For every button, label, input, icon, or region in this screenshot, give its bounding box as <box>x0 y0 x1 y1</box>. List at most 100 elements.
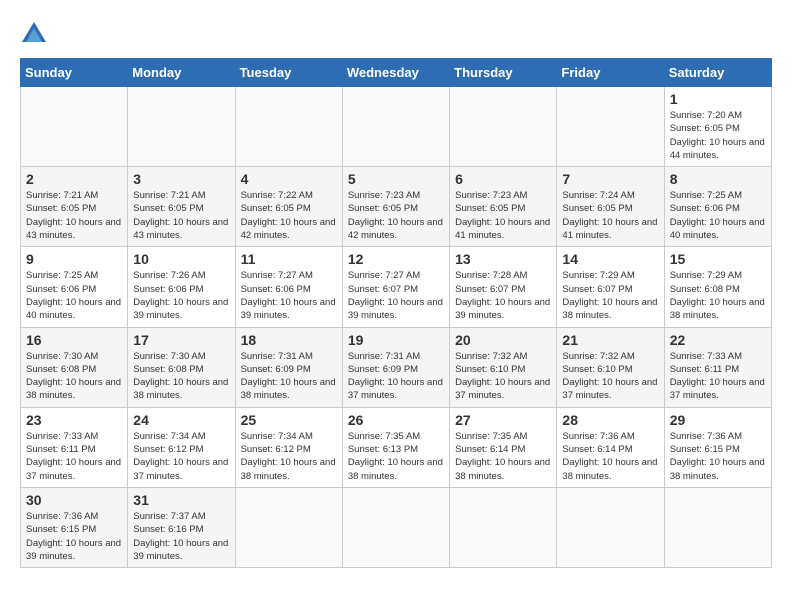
day-cell: 25 Sunrise: 7:34 AMSunset: 6:12 PMDayligh… <box>235 407 342 487</box>
day-number: 16 <box>26 332 122 348</box>
day-number: 1 <box>670 91 766 107</box>
day-number: 25 <box>241 412 337 428</box>
day-info: Sunrise: 7:29 AMSunset: 6:07 PMDaylight:… <box>562 270 657 321</box>
day-number: 6 <box>455 171 551 187</box>
empty-cell <box>557 487 664 567</box>
page-header <box>20 20 772 48</box>
day-cell: 31 Sunrise: 7:37 AMSunset: 6:16 PMDayligh… <box>128 487 235 567</box>
day-number: 23 <box>26 412 122 428</box>
day-cell: 20 Sunrise: 7:32 AMSunset: 6:10 PMDayligh… <box>450 327 557 407</box>
day-cell: 6 Sunrise: 7:23 AMSunset: 6:05 PMDaylight… <box>450 167 557 247</box>
day-cell: 7 Sunrise: 7:24 AMSunset: 6:05 PMDaylight… <box>557 167 664 247</box>
day-number: 11 <box>241 251 337 267</box>
day-cell: 15Sunrise: 7:29 AMSunset: 6:08 PMDayligh… <box>664 247 771 327</box>
day-info: Sunrise: 7:20 AMSunset: 6:05 PMDaylight:… <box>670 110 765 161</box>
day-info: Sunrise: 7:23 AMSunset: 6:05 PMDaylight:… <box>455 190 550 241</box>
day-info: Sunrise: 7:35 AMSunset: 6:13 PMDaylight:… <box>348 431 443 482</box>
day-info: Sunrise: 7:36 AMSunset: 6:15 PMDaylight:… <box>26 511 121 562</box>
day-number: 5 <box>348 171 444 187</box>
day-info: Sunrise: 7:25 AMSunset: 6:06 PMDaylight:… <box>670 190 765 241</box>
empty-cell <box>21 87 128 167</box>
day-number: 31 <box>133 492 229 508</box>
day-number: 10 <box>133 251 229 267</box>
day-info: Sunrise: 7:30 AMSunset: 6:08 PMDaylight:… <box>26 351 121 402</box>
day-cell: 19Sunrise: 7:31 AMSunset: 6:09 PMDayligh… <box>342 327 449 407</box>
day-cell: 18 Sunrise: 7:31 AMSunset: 6:09 PMDayligh… <box>235 327 342 407</box>
day-info: Sunrise: 7:22 AMSunset: 6:05 PMDaylight:… <box>241 190 336 241</box>
week-row: 9 Sunrise: 7:25 AMSunset: 6:06 PMDaylight… <box>21 247 772 327</box>
day-info: Sunrise: 7:37 AMSunset: 6:16 PMDaylight:… <box>133 511 228 562</box>
day-cell: 17Sunrise: 7:30 AMSunset: 6:08 PMDayligh… <box>128 327 235 407</box>
day-cell: 10Sunrise: 7:26 AMSunset: 6:06 PMDayligh… <box>128 247 235 327</box>
day-cell: 28Sunrise: 7:36 AMSunset: 6:14 PMDayligh… <box>557 407 664 487</box>
header-row: SundayMondayTuesdayWednesdayThursdayFrid… <box>21 59 772 87</box>
day-info: Sunrise: 7:24 AMSunset: 6:05 PMDaylight:… <box>562 190 657 241</box>
day-number: 8 <box>670 171 766 187</box>
day-number: 27 <box>455 412 551 428</box>
day-number: 29 <box>670 412 766 428</box>
day-info: Sunrise: 7:27 AMSunset: 6:06 PMDaylight:… <box>241 270 336 321</box>
day-cell: 12Sunrise: 7:27 AMSunset: 6:07 PMDayligh… <box>342 247 449 327</box>
day-info: Sunrise: 7:28 AMSunset: 6:07 PMDaylight:… <box>455 270 550 321</box>
day-info: Sunrise: 7:34 AMSunset: 6:12 PMDaylight:… <box>241 431 336 482</box>
header-wednesday: Wednesday <box>342 59 449 87</box>
day-info: Sunrise: 7:29 AMSunset: 6:08 PMDaylight:… <box>670 270 765 321</box>
week-row: 30 Sunrise: 7:36 AMSunset: 6:15 PMDayligh… <box>21 487 772 567</box>
week-row: 1 Sunrise: 7:20 AMSunset: 6:05 PMDaylight… <box>21 87 772 167</box>
week-row: 2 Sunrise: 7:21 AMSunset: 6:05 PMDaylight… <box>21 167 772 247</box>
empty-cell <box>342 487 449 567</box>
day-number: 30 <box>26 492 122 508</box>
day-info: Sunrise: 7:31 AMSunset: 6:09 PMDaylight:… <box>241 351 336 402</box>
day-info: Sunrise: 7:30 AMSunset: 6:08 PMDaylight:… <box>133 351 228 402</box>
day-number: 12 <box>348 251 444 267</box>
day-cell: 29 Sunrise: 7:36 AMSunset: 6:15 PMDayligh… <box>664 407 771 487</box>
day-info: Sunrise: 7:32 AMSunset: 6:10 PMDaylight:… <box>455 351 550 402</box>
day-cell: 21Sunrise: 7:32 AMSunset: 6:10 PMDayligh… <box>557 327 664 407</box>
day-number: 4 <box>241 171 337 187</box>
day-info: Sunrise: 7:23 AMSunset: 6:05 PMDaylight:… <box>348 190 443 241</box>
day-info: Sunrise: 7:31 AMSunset: 6:09 PMDaylight:… <box>348 351 443 402</box>
day-number: 14 <box>562 251 658 267</box>
day-info: Sunrise: 7:21 AMSunset: 6:05 PMDaylight:… <box>133 190 228 241</box>
day-number: 9 <box>26 251 122 267</box>
day-number: 13 <box>455 251 551 267</box>
day-number: 2 <box>26 171 122 187</box>
day-info: Sunrise: 7:36 AMSunset: 6:15 PMDaylight:… <box>670 431 765 482</box>
header-monday: Monday <box>128 59 235 87</box>
week-row: 16 Sunrise: 7:30 AMSunset: 6:08 PMDayligh… <box>21 327 772 407</box>
week-row: 23Sunrise: 7:33 AMSunset: 6:11 PMDayligh… <box>21 407 772 487</box>
day-cell: 4 Sunrise: 7:22 AMSunset: 6:05 PMDaylight… <box>235 167 342 247</box>
empty-cell <box>235 487 342 567</box>
day-cell: 1 Sunrise: 7:20 AMSunset: 6:05 PMDaylight… <box>664 87 771 167</box>
day-info: Sunrise: 7:35 AMSunset: 6:14 PMDaylight:… <box>455 431 550 482</box>
day-info: Sunrise: 7:34 AMSunset: 6:12 PMDaylight:… <box>133 431 228 482</box>
empty-cell <box>557 87 664 167</box>
day-cell: 8 Sunrise: 7:25 AMSunset: 6:06 PMDaylight… <box>664 167 771 247</box>
day-cell: 27 Sunrise: 7:35 AMSunset: 6:14 PMDayligh… <box>450 407 557 487</box>
header-tuesday: Tuesday <box>235 59 342 87</box>
day-cell: 24 Sunrise: 7:34 AMSunset: 6:12 PMDayligh… <box>128 407 235 487</box>
logo <box>20 20 52 48</box>
day-number: 20 <box>455 332 551 348</box>
header-thursday: Thursday <box>450 59 557 87</box>
empty-cell <box>450 487 557 567</box>
day-cell: 11 Sunrise: 7:27 AMSunset: 6:06 PMDayligh… <box>235 247 342 327</box>
calendar-table: SundayMondayTuesdayWednesdayThursdayFrid… <box>20 58 772 568</box>
day-cell: 3 Sunrise: 7:21 AMSunset: 6:05 PMDaylight… <box>128 167 235 247</box>
day-number: 24 <box>133 412 229 428</box>
empty-cell <box>128 87 235 167</box>
day-number: 7 <box>562 171 658 187</box>
empty-cell <box>342 87 449 167</box>
day-cell: 26Sunrise: 7:35 AMSunset: 6:13 PMDayligh… <box>342 407 449 487</box>
day-number: 18 <box>241 332 337 348</box>
day-cell: 13 Sunrise: 7:28 AMSunset: 6:07 PMDayligh… <box>450 247 557 327</box>
day-info: Sunrise: 7:32 AMSunset: 6:10 PMDaylight:… <box>562 351 657 402</box>
empty-cell <box>450 87 557 167</box>
day-cell: 2 Sunrise: 7:21 AMSunset: 6:05 PMDaylight… <box>21 167 128 247</box>
day-number: 22 <box>670 332 766 348</box>
day-info: Sunrise: 7:25 AMSunset: 6:06 PMDaylight:… <box>26 270 121 321</box>
empty-cell <box>664 487 771 567</box>
day-number: 3 <box>133 171 229 187</box>
day-info: Sunrise: 7:21 AMSunset: 6:05 PMDaylight:… <box>26 190 121 241</box>
day-info: Sunrise: 7:33 AMSunset: 6:11 PMDaylight:… <box>670 351 765 402</box>
